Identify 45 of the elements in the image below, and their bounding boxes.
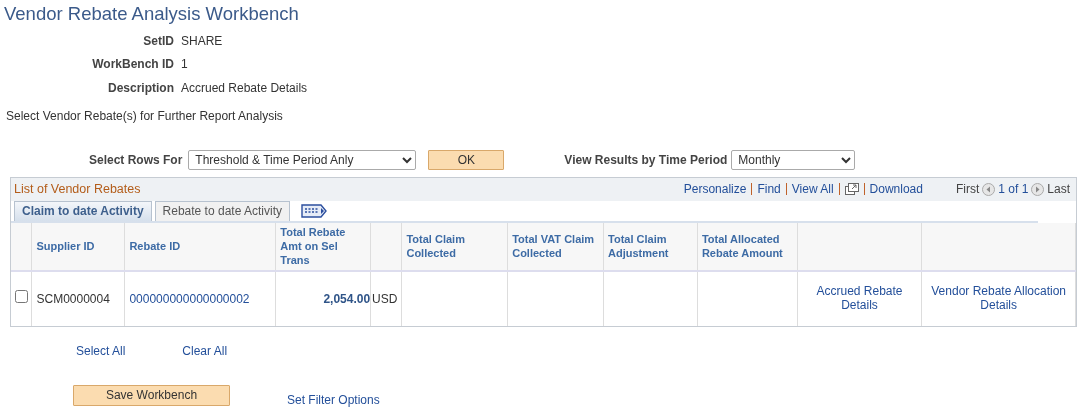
- page-title: Vendor Rebate Analysis Workbench: [4, 3, 300, 25]
- pagination-range: 1 of 1: [998, 181, 1029, 198]
- toolbar-link[interactable]: Personalize: [683, 180, 747, 198]
- row-checkbox[interactable]: [15, 289, 28, 303]
- table-cell: SCM0000004: [36, 291, 110, 306]
- field-label: SetID: [143, 33, 174, 48]
- field-value: SHARE: [181, 32, 223, 50]
- tab[interactable]: Claim to date Activity: [14, 200, 152, 221]
- column-header: Total Claim Adjustment: [608, 233, 669, 259]
- dropdown-field[interactable]: Threshold & Time Period Anly: [188, 149, 417, 170]
- details-link[interactable]: Accrued Rebate Details: [801, 283, 918, 312]
- table-cell: 2,054.00: [323, 291, 371, 306]
- toolbar-link[interactable]: Find: [757, 180, 781, 198]
- column-header: Supplier ID: [36, 240, 95, 252]
- pagination-label: Last: [1047, 181, 1070, 198]
- previous-icon[interactable]: [982, 182, 996, 196]
- column-header: Total Allocated Rebate Amount: [701, 233, 783, 259]
- ok-button[interactable]: OK: [428, 149, 505, 170]
- new-window-icon[interactable]: [844, 182, 859, 196]
- table-cell: USD: [372, 291, 398, 306]
- pagination-label: First: [955, 181, 980, 198]
- filter-options-link[interactable]: Set Filter Options: [287, 390, 380, 409]
- details-link[interactable]: Vendor Rebate Allocation Details: [926, 283, 1071, 312]
- grid-title: List of Vendor Rebates: [14, 180, 141, 198]
- field-value: 1: [181, 56, 188, 74]
- toolbar-link[interactable]: View All: [791, 180, 834, 198]
- column-header: Total VAT Claim Collected: [512, 233, 595, 259]
- clear-all-link[interactable]: Clear All: [182, 341, 228, 360]
- column-header: Total Claim Collected: [406, 233, 465, 259]
- instruction-text: Select Vendor Rebate(s) for Further Report Analysis: [6, 108, 283, 123]
- field-label: Select Rows For: [89, 151, 183, 169]
- dropdown-field[interactable]: Monthly: [731, 149, 856, 170]
- column-header: Total Rebate Amt on Sel Trans: [280, 226, 346, 266]
- select-all-link[interactable]: Select All: [76, 341, 126, 360]
- field-label: View Results by Time Period: [564, 151, 728, 169]
- next-icon[interactable]: [1031, 182, 1045, 196]
- toolbar-link[interactable]: Download: [869, 180, 923, 198]
- save-button[interactable]: Save Workbench: [73, 384, 230, 406]
- show-all-columns-icon[interactable]: [301, 203, 327, 218]
- tab[interactable]: Rebate to date Activity: [154, 200, 290, 221]
- rebate-id-link[interactable]: 000000000000000002: [129, 291, 250, 306]
- field-label: WorkBench ID: [92, 57, 174, 72]
- field-value: Accrued Rebate Details: [181, 79, 308, 97]
- column-header: Rebate ID: [129, 240, 181, 252]
- field-label: Description: [108, 80, 174, 95]
